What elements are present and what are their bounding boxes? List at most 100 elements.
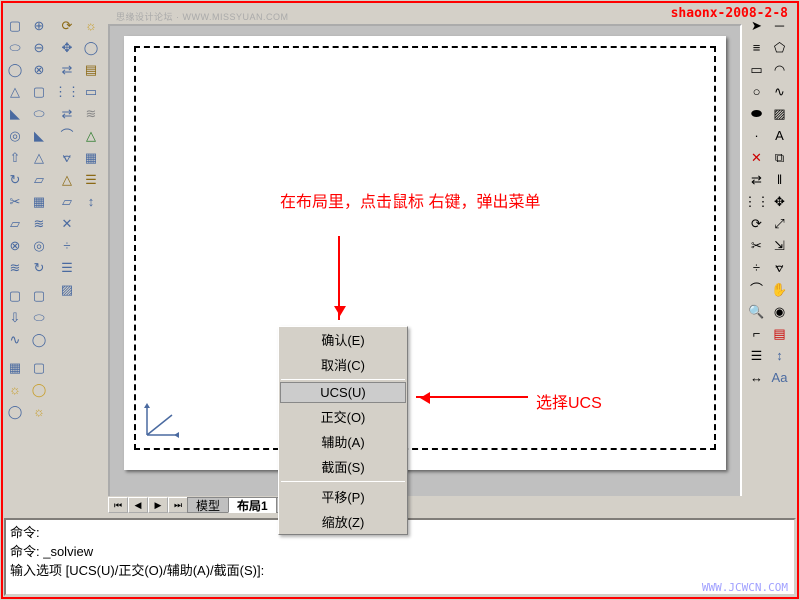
arc-icon[interactable]: ◠ bbox=[768, 58, 791, 80]
sol7-icon[interactable]: ≋ bbox=[28, 212, 50, 234]
shade-icon[interactable]: ◯ bbox=[4, 400, 26, 422]
3drotate-icon[interactable]: ⟳ bbox=[56, 14, 78, 36]
ctx-ortho[interactable]: 正交(O) bbox=[279, 404, 407, 429]
subtract-icon[interactable]: ⊖ bbox=[28, 36, 50, 58]
3darray-icon[interactable]: ⋮⋮ bbox=[56, 80, 78, 102]
solid12-icon[interactable]: ◯ bbox=[28, 328, 50, 350]
ctx-confirm[interactable]: 确认(E) bbox=[279, 327, 407, 352]
stats-icon[interactable]: ↕ bbox=[80, 190, 102, 212]
scale-icon[interactable]: ⤢ bbox=[768, 212, 791, 234]
chamfer3d-icon[interactable]: ⦡ bbox=[56, 146, 78, 168]
scene-icon[interactable]: ▤ bbox=[80, 58, 102, 80]
taper-icon[interactable]: △ bbox=[56, 168, 78, 190]
color-icon[interactable]: ▨ bbox=[56, 278, 78, 300]
move2-icon[interactable]: ✥ bbox=[768, 190, 791, 212]
dist-icon[interactable]: ↕ bbox=[768, 344, 791, 366]
array-icon[interactable]: ⋮⋮ bbox=[745, 190, 768, 212]
tab-next-icon[interactable]: ▶ bbox=[148, 497, 168, 513]
3dalign-icon[interactable]: ⇄ bbox=[56, 58, 78, 80]
sol4-icon[interactable]: △ bbox=[28, 146, 50, 168]
tab-model[interactable]: 模型 bbox=[187, 497, 229, 513]
extend-icon[interactable]: ⇲ bbox=[768, 234, 791, 256]
trim-icon[interactable]: ✂ bbox=[745, 234, 768, 256]
solid13-icon[interactable]: ▢ bbox=[28, 356, 50, 378]
layer-icon[interactable]: ▤ bbox=[768, 322, 791, 344]
union-icon[interactable]: ⊕ bbox=[28, 14, 50, 36]
spline-icon[interactable]: ∿ bbox=[768, 80, 791, 102]
pan-icon[interactable]: ✋ bbox=[768, 278, 791, 300]
sol3-icon[interactable]: ◣ bbox=[28, 124, 50, 146]
tab-last-icon[interactable]: ⏭ bbox=[168, 497, 188, 513]
mapping-icon[interactable]: ▦ bbox=[80, 146, 102, 168]
wedge-icon[interactable]: ◣ bbox=[4, 102, 26, 124]
mirror-icon[interactable]: ⇄ bbox=[745, 168, 768, 190]
text-icon[interactable]: A bbox=[768, 124, 791, 146]
ctx-cancel[interactable]: 取消(C) bbox=[279, 352, 407, 377]
sol2-icon[interactable]: ⬭ bbox=[28, 102, 50, 124]
shell-icon[interactable]: ▱ bbox=[56, 190, 78, 212]
rotate-icon[interactable]: ⟳ bbox=[745, 212, 768, 234]
copy-icon[interactable]: ⧉ bbox=[768, 146, 791, 168]
material-icon[interactable]: ◯ bbox=[80, 36, 102, 58]
solid11-icon[interactable]: ⬭ bbox=[28, 306, 50, 328]
hatch-icon[interactable]: ▨ bbox=[768, 102, 791, 124]
extrude-icon[interactable]: ⇧ bbox=[4, 146, 26, 168]
loft-icon[interactable]: ≋ bbox=[4, 256, 26, 278]
fog-icon[interactable]: ≋ bbox=[80, 102, 102, 124]
drawing-area[interactable] bbox=[108, 24, 742, 500]
zoom-icon[interactable]: 🔍 bbox=[745, 300, 768, 322]
ctx-ucs[interactable]: UCS(U) bbox=[280, 382, 406, 403]
polygon-icon[interactable]: ⬠ bbox=[768, 36, 791, 58]
solid14-icon[interactable]: ◯ bbox=[28, 378, 50, 400]
box-icon[interactable]: ▢ bbox=[4, 14, 26, 36]
ctx-zoom[interactable]: 缩放(Z) bbox=[279, 509, 407, 534]
renderpref-icon[interactable]: ☰ bbox=[80, 168, 102, 190]
style-icon[interactable]: Aa bbox=[768, 366, 791, 388]
chamfer-icon[interactable]: ⦡ bbox=[768, 256, 791, 278]
sol8-icon[interactable]: ◎ bbox=[28, 234, 50, 256]
solid15-icon[interactable]: ☼ bbox=[28, 400, 50, 422]
check-icon[interactable]: ☰ bbox=[56, 256, 78, 278]
break-icon[interactable]: ÷ bbox=[745, 256, 768, 278]
solidedit-icon[interactable]: ▢ bbox=[4, 284, 26, 306]
landscape-icon[interactable]: △ bbox=[80, 124, 102, 146]
torus-icon[interactable]: ◎ bbox=[4, 124, 26, 146]
press-icon[interactable]: ⇩ bbox=[4, 306, 26, 328]
offset-icon[interactable]: ‖ bbox=[768, 168, 791, 190]
separate-icon[interactable]: ÷ bbox=[56, 234, 78, 256]
sol9-icon[interactable]: ↻ bbox=[28, 256, 50, 278]
revolve-icon[interactable]: ↻ bbox=[4, 168, 26, 190]
cylinder-icon[interactable]: ⬭ bbox=[4, 36, 26, 58]
sweep-icon[interactable]: ∿ bbox=[4, 328, 26, 350]
light-icon[interactable]: ☼ bbox=[80, 14, 102, 36]
ellipse-icon[interactable]: ⬬ bbox=[745, 102, 768, 124]
ucs-icon-btn[interactable]: ⌐ bbox=[745, 322, 768, 344]
section-icon[interactable]: ▱ bbox=[4, 212, 26, 234]
sphere-icon[interactable]: ◯ bbox=[4, 58, 26, 80]
intersect-icon[interactable]: ⊗ bbox=[28, 58, 50, 80]
sol5-icon[interactable]: ▱ bbox=[28, 168, 50, 190]
clean-icon[interactable]: ✕ bbox=[56, 212, 78, 234]
3dmirror-icon[interactable]: ⇄ bbox=[56, 102, 78, 124]
render-icon[interactable]: ☼ bbox=[4, 378, 26, 400]
solid10-icon[interactable]: ▢ bbox=[28, 284, 50, 306]
sol6-icon[interactable]: ▦ bbox=[28, 190, 50, 212]
point-icon[interactable]: · bbox=[745, 124, 768, 146]
tab-prev-icon[interactable]: ◀ bbox=[128, 497, 148, 513]
fillet-icon[interactable]: ⌒ bbox=[745, 278, 768, 300]
rect-icon[interactable]: ▭ bbox=[745, 58, 768, 80]
fillet3d-icon[interactable]: ⌒ bbox=[56, 124, 78, 146]
background-icon[interactable]: ▭ bbox=[80, 80, 102, 102]
pline-icon[interactable]: ≡ bbox=[745, 36, 768, 58]
dim-icon[interactable]: ↔ bbox=[745, 366, 768, 388]
tab-first-icon[interactable]: ⏮ bbox=[108, 497, 128, 513]
3dmove-icon[interactable]: ✥ bbox=[56, 36, 78, 58]
slice-icon[interactable]: ✂ bbox=[4, 190, 26, 212]
ctx-aux[interactable]: 辅助(A) bbox=[279, 429, 407, 454]
erase-icon[interactable]: ✕ bbox=[745, 146, 768, 168]
cone-icon[interactable]: △ bbox=[4, 80, 26, 102]
properties-icon[interactable]: ☰ bbox=[745, 344, 768, 366]
circle-icon[interactable]: ○ bbox=[745, 80, 768, 102]
tab-layout1[interactable]: 布局1 bbox=[228, 497, 277, 513]
ctx-section[interactable]: 截面(S) bbox=[279, 454, 407, 479]
